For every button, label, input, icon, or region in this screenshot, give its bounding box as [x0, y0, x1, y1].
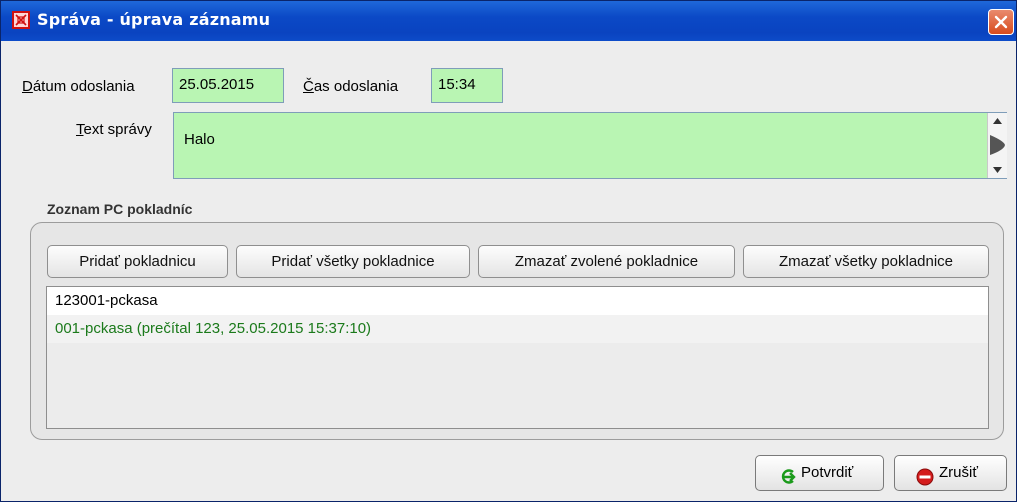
time-label-mnemonic: Č: [303, 78, 314, 95]
delete-all-registers-button[interactable]: Zmazať všetky pokladnice: [743, 245, 989, 278]
title-bar[interactable]: Správa - úprava záznamu: [1, 1, 1016, 41]
close-icon: [994, 15, 1008, 29]
cancel-button[interactable]: Zrušiť: [894, 455, 1007, 491]
scroll-up-icon: [993, 118, 1002, 124]
confirm-label: Potvrdiť: [801, 464, 854, 481]
register-list[interactable]: 123001-pckasa 001-pckasa (prečítal 123, …: [46, 286, 989, 429]
date-field[interactable]: 25.05.2015: [172, 68, 284, 103]
scroll-down-icon: [993, 167, 1002, 173]
scroll-thumb: [990, 135, 1005, 155]
dialog-window: Správa - úprava záznamu Dátum odoslania …: [0, 0, 1017, 502]
cancel-stop-icon: [916, 465, 934, 499]
add-all-registers-button[interactable]: Pridať všetky pokladnice: [236, 245, 470, 278]
delete-selected-registers-button[interactable]: Zmazať zvolené pokladnice: [478, 245, 735, 278]
list-item[interactable]: 123001-pckasa: [47, 287, 988, 315]
message-label-text: ext správy: [83, 121, 152, 138]
time-label-text: as odoslania: [313, 78, 399, 95]
confirm-button[interactable]: Potvrdiť: [755, 455, 884, 491]
date-label: Dátum odoslania: [22, 78, 135, 95]
date-label-text: átum odoslania: [32, 78, 135, 95]
close-button[interactable]: [988, 9, 1014, 35]
confirm-arrow-icon: [778, 465, 796, 499]
time-field[interactable]: 15:34: [431, 68, 503, 103]
message-textarea[interactable]: Halo: [173, 112, 1007, 179]
time-label: Čas odoslania: [303, 78, 398, 95]
window-title: Správa - úprava záznamu: [37, 10, 271, 29]
message-scrollbar[interactable]: [987, 113, 1007, 178]
cancel-label: Zrušiť: [939, 464, 978, 481]
pc-list-group-title: Zoznam PC pokladníc: [47, 201, 193, 217]
dialog-content: Dátum odoslania 25.05.2015 Čas odoslania…: [1, 41, 1016, 501]
message-label: Text správy: [76, 121, 152, 138]
message-label-mnemonic: T: [76, 121, 84, 138]
date-label-mnemonic: D: [22, 78, 33, 95]
add-register-button[interactable]: Pridať pokladnicu: [47, 245, 228, 278]
app-icon: [12, 11, 30, 29]
list-item[interactable]: 001-pckasa (prečítal 123, 25.05.2015 15:…: [47, 315, 988, 343]
message-text: Halo: [184, 131, 215, 148]
